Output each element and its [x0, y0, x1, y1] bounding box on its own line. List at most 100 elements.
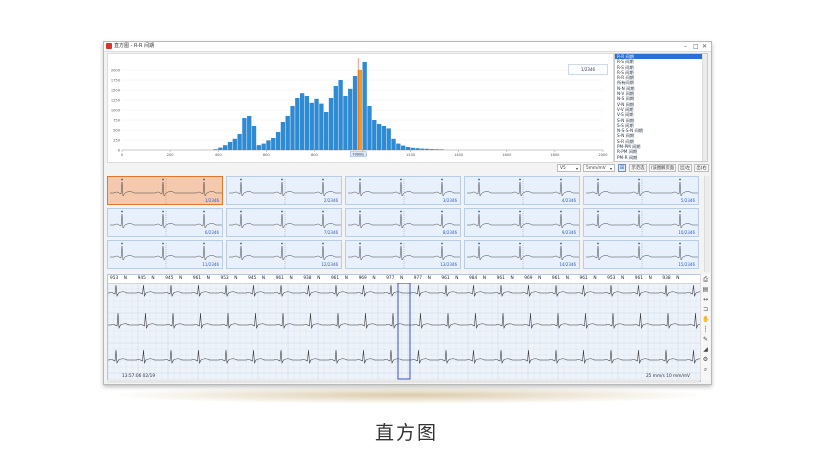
title-bar: 直方图 - R-R 间期 – □ ✕	[104, 42, 711, 52]
ecg-hscrollbar[interactable]	[107, 380, 699, 383]
tiles-scrollbar[interactable]	[704, 176, 710, 272]
rr-value: N	[538, 276, 542, 281]
histogram-bar	[429, 149, 435, 150]
beat-tile-label: 5/2346	[680, 198, 695, 203]
grid-view-icon[interactable]: ⊞	[618, 164, 626, 172]
x-tick-label: 400	[215, 153, 223, 157]
beat-tile-label: 13/2346	[440, 262, 457, 267]
beat-tile-label: 11/2346	[202, 262, 219, 267]
rr-value: N	[565, 276, 569, 281]
beat-tile[interactable]: 1/2346	[107, 176, 223, 205]
ecg-timestamp: 13:57:06 02/19	[122, 374, 156, 379]
beat-tile[interactable]: 3/2346	[345, 176, 461, 205]
histogram-bar	[242, 118, 247, 150]
histogram-bar	[237, 134, 242, 150]
histogram-bar	[251, 126, 257, 150]
rr-value: 961	[275, 276, 284, 281]
beat-tile[interactable]: 12/2346	[226, 240, 342, 269]
print-icon[interactable]: ⎙	[702, 276, 709, 283]
rr-value: N	[648, 276, 652, 281]
histogram-bar	[362, 62, 367, 150]
toolbar-button-3[interactable]: 出)左	[678, 164, 692, 172]
page-caption: 直方图	[374, 422, 438, 444]
histogram-bar	[348, 88, 353, 150]
interval-list[interactable]: R-R 间期 R-S 间期 R-S 间期 R-S 间期 R-R 间期 所有间期 N-N 间期…	[614, 53, 708, 162]
x-tick-label: 1800	[550, 153, 560, 157]
y-tick-label: 1750	[111, 79, 121, 83]
save-icon[interactable]: ▤	[702, 286, 709, 293]
histogram-bar	[367, 106, 372, 150]
lead-select[interactable]: V5 ▾	[557, 164, 581, 172]
gear-icon[interactable]: ⚙	[702, 356, 709, 363]
histogram-bar	[415, 148, 420, 150]
rr-value: N	[455, 276, 459, 281]
histogram-bar	[381, 126, 387, 150]
beat-tile[interactable]: 7/2346	[226, 208, 342, 237]
histogram-bar	[410, 147, 415, 150]
maximize-button[interactable]: □	[693, 42, 699, 51]
zoom-icon[interactable]: ⌕	[702, 366, 709, 373]
rr-histogram[interactable]: 0 250 500 750 1000 1250 1500 1750 2000 0 200 400 600…	[107, 53, 614, 163]
x-tick-label: 1200	[406, 153, 416, 157]
list-scrollbar[interactable]	[702, 54, 707, 161]
histogram-bar	[309, 102, 314, 150]
rr-value: N	[179, 276, 183, 281]
rr-value: N	[676, 276, 680, 281]
pen-icon[interactable]: ✎	[702, 336, 709, 343]
y-tick-label: 0	[118, 149, 121, 153]
beat-tile-label: 15/2346	[678, 262, 695, 267]
rr-value: 961	[441, 276, 450, 281]
rr-value: N	[344, 276, 348, 281]
toolbar-button-2[interactable]: (该图解页面	[649, 164, 676, 172]
beat-tile[interactable]: 13/2346	[345, 240, 461, 269]
histogram-bar	[285, 116, 290, 150]
beat-tile[interactable]: 8/2346	[345, 208, 461, 237]
minimize-button[interactable]: –	[684, 42, 687, 51]
caliper-icon[interactable]: ⊐	[702, 306, 709, 313]
beat-tile[interactable]: 10/2346	[583, 208, 699, 237]
window-title: 直方图 - R-R 间期	[114, 43, 155, 49]
histogram-bar	[386, 128, 391, 150]
beat-tile-label: 12/2346	[321, 262, 338, 267]
rr-value: 984	[469, 276, 478, 281]
rr-value: N	[123, 276, 128, 281]
histogram-bar	[227, 142, 233, 150]
measure-icon[interactable]: ↔	[702, 296, 709, 303]
hand-icon[interactable]: ✋	[702, 316, 709, 323]
beat-tile[interactable]: 2/2346	[226, 176, 342, 205]
histogram-chart: 0 250 500 750 1000 1250 1500 1750 2000 0 200 400 600…	[111, 58, 608, 157]
x-tick-label: 1400	[454, 153, 464, 157]
close-button[interactable]: ✕	[702, 42, 707, 51]
histogram-bar	[314, 98, 319, 150]
rr-value: N	[510, 276, 514, 281]
beat-tile[interactable]: 6/2346	[107, 208, 223, 237]
histogram-bar	[295, 98, 300, 150]
rr-value: N	[372, 276, 376, 281]
interval-list-item[interactable]: PM-R 间期	[615, 155, 707, 160]
ecg-scale: 25 mm/s 10 mm/mV	[645, 374, 690, 379]
toolbar-button-4[interactable]: 出)右	[694, 164, 709, 172]
beat-tile[interactable]: 11/2346	[107, 240, 223, 269]
ecg-strip[interactable]: 953 N 945 N 945 N 961 N 953 N 945 N 961 N 938 N 961 N 969 N…	[107, 274, 701, 382]
beat-tile[interactable]: 15/2346	[583, 240, 699, 269]
beat-tile[interactable]: 14/2346	[464, 240, 580, 269]
rr-value: 953	[607, 276, 616, 281]
beat-tile[interactable]: 9/2346	[464, 208, 580, 237]
gain-select[interactable]: 5mm/mV ▾	[583, 164, 615, 172]
ruler-icon[interactable]: ┆	[702, 326, 709, 333]
rr-value: N	[206, 276, 210, 281]
beat-tile[interactable]: 4/2346	[464, 176, 580, 205]
toolbar-button-1[interactable]: 示范选	[629, 164, 647, 172]
rr-value: 953	[110, 276, 119, 281]
chevron-down-icon: ▾	[609, 166, 612, 171]
ecg-lead-trace	[108, 312, 700, 330]
x-tick-label: 800	[311, 153, 319, 157]
histogram-bar	[420, 148, 425, 150]
beat-tile[interactable]: 5/2346	[583, 176, 699, 205]
rr-value: 977	[386, 276, 395, 281]
erase-icon[interactable]: ◢	[702, 346, 709, 353]
histogram-bar	[280, 122, 286, 150]
histogram-bar	[343, 96, 348, 150]
beat-tile-label: 8/2346	[442, 230, 457, 235]
rr-value: 961	[579, 276, 588, 281]
